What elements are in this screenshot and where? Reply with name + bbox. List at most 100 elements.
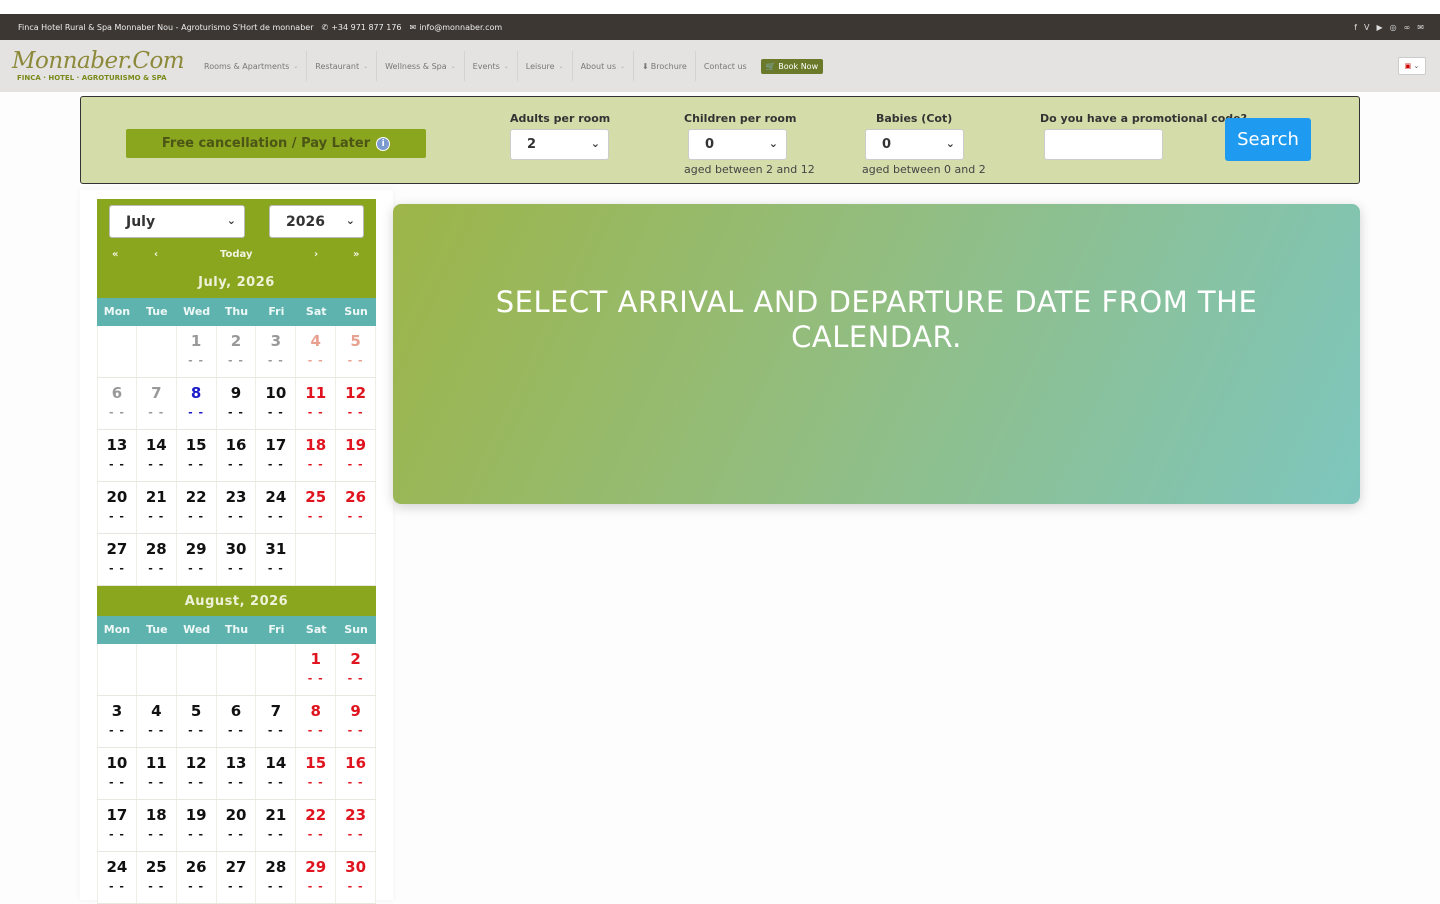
calendar-day[interactable]: 25 - - bbox=[137, 852, 177, 903]
first-month-button[interactable]: « bbox=[112, 249, 118, 260]
nav-item-brochure[interactable]: ⬇ Brochure bbox=[634, 51, 696, 81]
phone-link[interactable]: ✆ +34 971 877 176 bbox=[322, 23, 402, 32]
calendar-day[interactable]: 6 - - bbox=[217, 696, 257, 747]
prev-month-button[interactable]: ‹ bbox=[154, 249, 158, 260]
year-select[interactable]: 2026 ⌄ bbox=[269, 205, 364, 238]
calendar-day[interactable]: 3 - - bbox=[97, 696, 137, 747]
calendar-day[interactable]: 11 - - bbox=[296, 378, 337, 429]
book-now-button[interactable]: 🛒 Book Now bbox=[760, 58, 824, 74]
nav-item-wellness[interactable]: Wellness & Spa ⌄ bbox=[377, 51, 465, 81]
calendar-day[interactable]: 23 - - bbox=[336, 800, 377, 851]
vimeo-icon[interactable]: V bbox=[1364, 23, 1369, 32]
info-icon[interactable]: i bbox=[376, 136, 391, 151]
phone-icon: ✆ bbox=[321, 22, 329, 32]
day-number: 28 bbox=[265, 858, 287, 876]
day-price: - - bbox=[108, 828, 125, 841]
calendar-day: 4 - - bbox=[296, 326, 337, 377]
nav-item-rooms[interactable]: Rooms & Apartments ⌄ bbox=[196, 51, 308, 81]
day-number: 15 bbox=[185, 436, 207, 454]
tripadvisor-icon[interactable]: ∞ bbox=[1404, 23, 1411, 32]
day-price: - - bbox=[108, 562, 125, 575]
calendar-day[interactable]: 24 - - bbox=[97, 852, 137, 903]
calendar-day[interactable]: 4 - - bbox=[137, 696, 177, 747]
calendar-day[interactable]: 29 - - bbox=[296, 852, 337, 903]
calendar-day[interactable]: 17 - - bbox=[97, 800, 137, 851]
today-button[interactable]: Today bbox=[220, 249, 252, 260]
calendar-day[interactable]: 7 - - bbox=[256, 696, 297, 747]
nav-item-leisure[interactable]: Leisure ⌄ bbox=[518, 51, 573, 81]
day-price: - - bbox=[347, 510, 364, 523]
nav-item-restaurant[interactable]: Restaurant ⌄ bbox=[307, 51, 378, 81]
site-logo[interactable]: Monnaber.Com FINCA · HOTEL · AGROTURISMO… bbox=[12, 46, 185, 86]
mail-icon[interactable]: ✉ bbox=[1417, 23, 1424, 32]
calendar-day[interactable]: 24 - - bbox=[256, 482, 297, 533]
email-link[interactable]: ✉ info@monnaber.com bbox=[410, 23, 503, 32]
calendar-day[interactable]: 30 - - bbox=[217, 534, 257, 585]
calendar-day[interactable]: 9 - - bbox=[336, 696, 377, 747]
calendar-day[interactable]: 18 - - bbox=[137, 800, 177, 851]
calendar-day[interactable]: 8 - - bbox=[296, 696, 337, 747]
calendar-day[interactable]: 5 - - bbox=[177, 696, 217, 747]
calendar-day[interactable]: 30 - - bbox=[336, 852, 377, 903]
nav-item-about[interactable]: About us ⌄ bbox=[573, 51, 635, 81]
instagram-icon[interactable]: ◎ bbox=[1390, 23, 1397, 32]
calendar-day[interactable]: 27 - - bbox=[97, 534, 137, 585]
promo-code-input[interactable] bbox=[1044, 129, 1163, 160]
calendar-day[interactable]: 2 - - bbox=[336, 644, 377, 695]
chevron-down-icon: ⌄ bbox=[558, 62, 564, 70]
weekday-label: Mon bbox=[103, 305, 131, 318]
children-select[interactable]: 0 ⌄ bbox=[688, 129, 787, 160]
calendar-day[interactable]: 23 - - bbox=[217, 482, 257, 533]
babies-select[interactable]: 0 ⌄ bbox=[865, 129, 964, 160]
calendar-day[interactable]: 16 - - bbox=[336, 748, 377, 799]
calendar-day[interactable]: 27 - - bbox=[217, 852, 257, 903]
calendar-day[interactable]: 22 - - bbox=[177, 482, 217, 533]
calendar-day[interactable]: 22 - - bbox=[296, 800, 337, 851]
calendar-day[interactable]: 21 - - bbox=[256, 800, 297, 851]
calendar-day[interactable]: 12 - - bbox=[177, 748, 217, 799]
calendar-day[interactable]: 11 - - bbox=[137, 748, 177, 799]
calendar-day[interactable]: 21 - - bbox=[137, 482, 177, 533]
calendar-day[interactable]: 28 - - bbox=[256, 852, 297, 903]
facebook-icon[interactable]: f bbox=[1354, 23, 1357, 32]
calendar-day[interactable]: 8 - - bbox=[177, 378, 217, 429]
calendar-day[interactable]: 10 - - bbox=[256, 378, 297, 429]
next-month-button[interactable]: › bbox=[314, 249, 318, 260]
calendar-day[interactable]: 14 - - bbox=[137, 430, 177, 481]
calendar-day[interactable]: 20 - - bbox=[97, 482, 137, 533]
nav-item-contact[interactable]: Contact us bbox=[696, 51, 755, 81]
calendar-day[interactable]: 9 - - bbox=[217, 378, 257, 429]
calendar-day[interactable]: 16 - - bbox=[217, 430, 257, 481]
month-select[interactable]: July ⌄ bbox=[109, 205, 245, 238]
calendar-day[interactable]: 28 - - bbox=[137, 534, 177, 585]
language-selector[interactable]: ▣ ⌄ bbox=[1398, 57, 1426, 75]
calendar-day[interactable]: 25 - - bbox=[296, 482, 337, 533]
calendar-day[interactable]: 26 - - bbox=[177, 852, 217, 903]
calendar-day[interactable]: 1 - - bbox=[296, 644, 337, 695]
day-price: - - bbox=[307, 406, 324, 419]
free-cancellation-button[interactable]: Free cancellation / Pay Later i bbox=[126, 129, 426, 158]
calendar-day[interactable]: 14 - - bbox=[256, 748, 297, 799]
calendar-day[interactable]: 19 - - bbox=[177, 800, 217, 851]
calendar-day[interactable]: 31 - - bbox=[256, 534, 297, 585]
calendar-day[interactable]: 13 - - bbox=[217, 748, 257, 799]
nav-item-events[interactable]: Events ⌄ bbox=[465, 51, 518, 81]
calendar-day[interactable]: 10 - - bbox=[97, 748, 137, 799]
calendar-day[interactable]: 18 - - bbox=[296, 430, 337, 481]
calendar-day[interactable]: 26 - - bbox=[336, 482, 377, 533]
day-price: - - bbox=[188, 458, 205, 471]
day-price: - - bbox=[307, 510, 324, 523]
month-title: July, 2026 bbox=[198, 275, 275, 290]
calendar-day[interactable]: 15 - - bbox=[177, 430, 217, 481]
adults-select[interactable]: 2 ⌄ bbox=[510, 129, 609, 160]
calendar-day[interactable]: 15 - - bbox=[296, 748, 337, 799]
calendar-day[interactable]: 20 - - bbox=[217, 800, 257, 851]
last-month-button[interactable]: » bbox=[353, 249, 359, 260]
calendar-day[interactable]: 29 - - bbox=[177, 534, 217, 585]
calendar-day[interactable]: 12 - - bbox=[336, 378, 377, 429]
calendar-day[interactable]: 13 - - bbox=[97, 430, 137, 481]
youtube-icon[interactable]: ▶ bbox=[1376, 23, 1382, 32]
search-button[interactable]: Search bbox=[1225, 118, 1311, 161]
calendar-day[interactable]: 19 - - bbox=[336, 430, 377, 481]
calendar-day[interactable]: 17 - - bbox=[256, 430, 297, 481]
